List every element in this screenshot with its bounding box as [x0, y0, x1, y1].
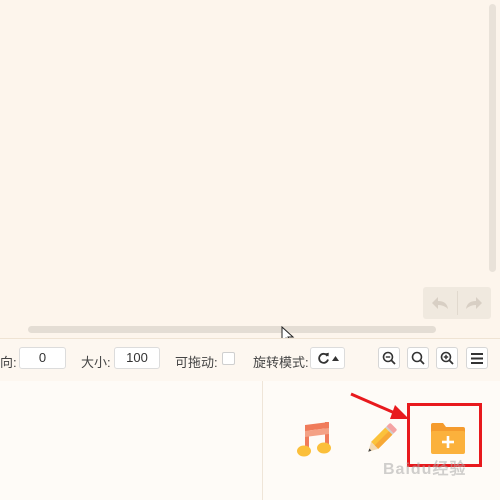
size-label: 大小: [81, 355, 111, 370]
rotate-icon [317, 352, 329, 364]
zoom-in-icon [440, 351, 454, 365]
caret-up-icon [331, 355, 339, 361]
menu-button[interactable] [466, 347, 488, 369]
rotate-mode-label: 旋转模式: [253, 355, 309, 370]
red-arrow-annotation [350, 392, 409, 419]
add-folder-icon[interactable] [430, 421, 466, 455]
zoom-reset-button[interactable] [407, 347, 429, 369]
redo-arrow-icon [466, 297, 483, 309]
zoom-out-button[interactable] [378, 347, 400, 369]
rotate-mode-select[interactable] [310, 347, 345, 369]
horizontal-scrollbar[interactable] [28, 326, 436, 333]
zoom-out-icon [382, 351, 396, 365]
size-input[interactable]: 100 [114, 347, 160, 369]
zoom-in-button[interactable] [436, 347, 458, 369]
direction-input[interactable]: 0 [19, 347, 66, 369]
undo-redo-group [423, 287, 491, 319]
zoom-search-icon [411, 351, 425, 365]
draggable-label: 可拖动: [175, 355, 218, 370]
hamburger-menu-icon [471, 352, 483, 364]
draggable-checkbox[interactable] [222, 352, 235, 365]
watermark: Baidu经验 [383, 461, 467, 478]
pencil-icon[interactable] [362, 420, 400, 458]
vertical-scrollbar[interactable] [489, 4, 496, 272]
undo-arrow-icon [431, 297, 448, 309]
undo-button[interactable] [423, 287, 457, 319]
direction-label: 向: [0, 355, 17, 370]
redo-button[interactable] [457, 287, 491, 319]
music-note-icon[interactable] [296, 421, 332, 459]
panel-divider [262, 381, 263, 500]
